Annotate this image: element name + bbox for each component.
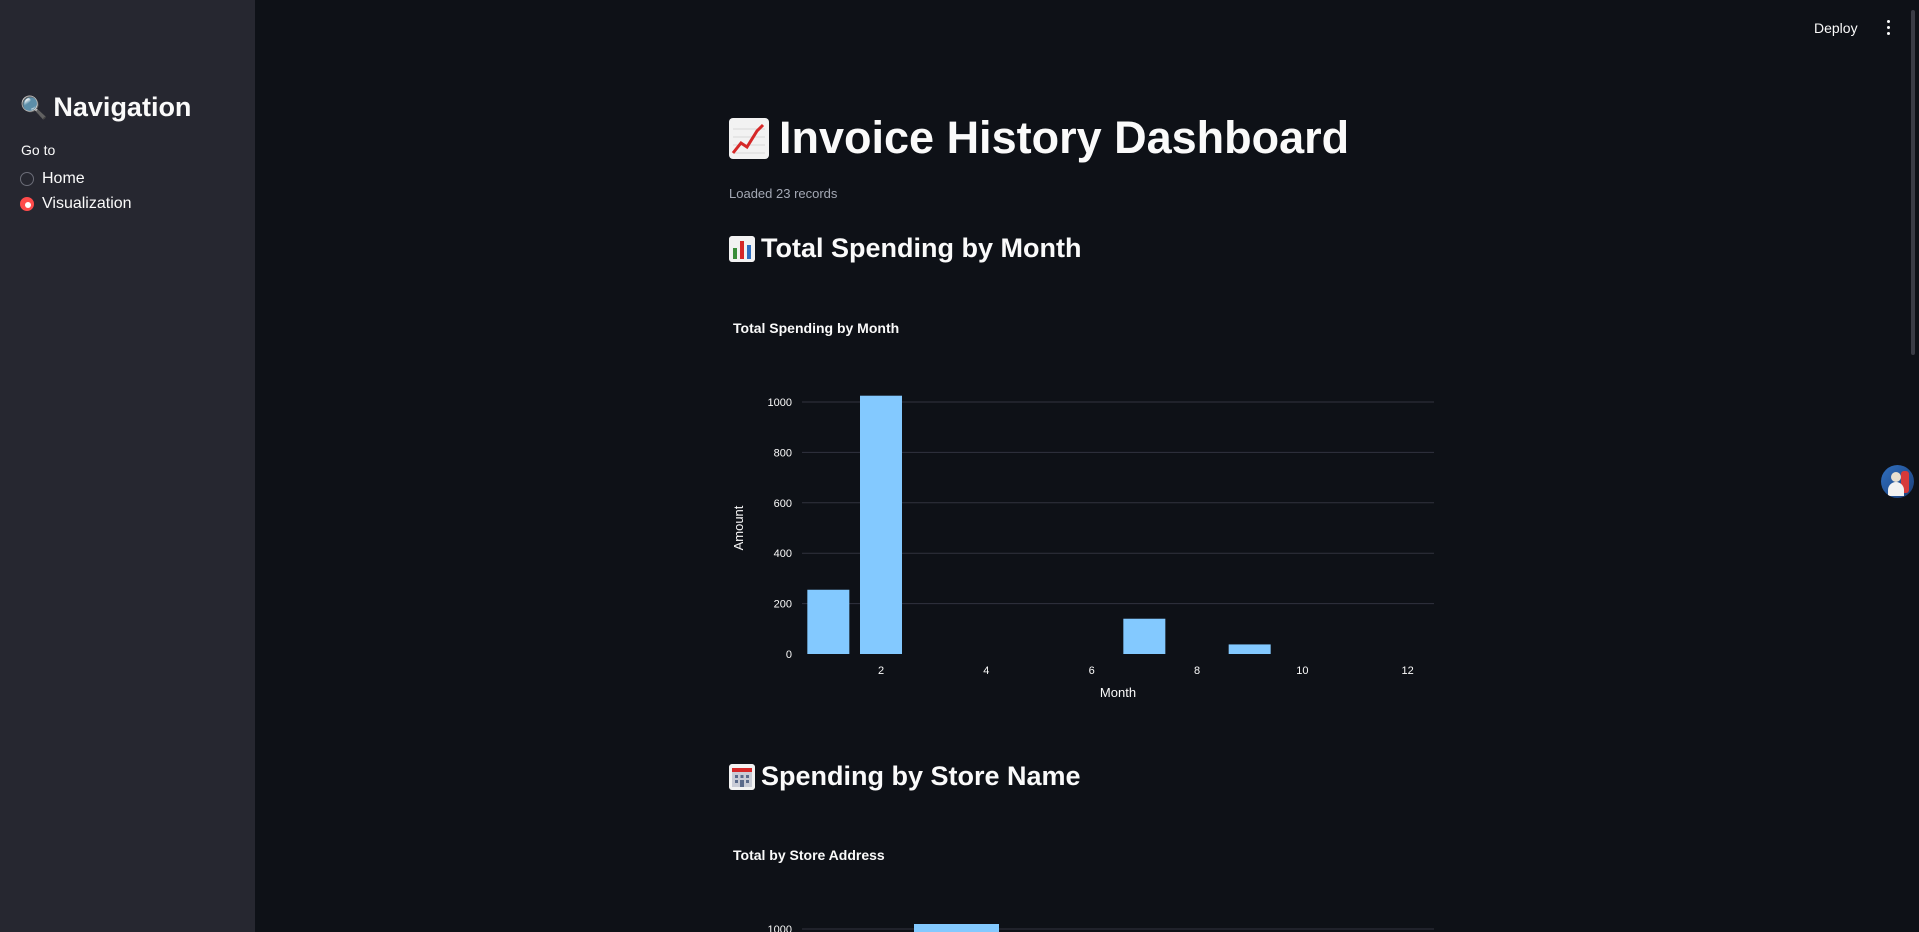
sidebar: 🔍 Navigation Go to Home Visualization: [0, 0, 255, 932]
section-heading-store-text: Spending by Store Name: [761, 761, 1081, 791]
x-tick-label: 6: [1089, 665, 1095, 677]
x-axis-label: Month: [1100, 685, 1136, 700]
y-axis-label: Amount: [731, 505, 746, 550]
vertical-dots-icon[interactable]: [1878, 15, 1898, 39]
radio-button-home[interactable]: [20, 172, 34, 186]
chart-title: Total by Store Address: [733, 847, 885, 863]
records-status: Loaded 23 records: [729, 186, 838, 201]
bar: [1123, 618, 1166, 654]
chart-title: Total Spending by Month: [733, 320, 899, 336]
radio-label-visualization: Visualization: [42, 195, 132, 212]
radio-option-home[interactable]: Home: [20, 170, 85, 188]
page-title-text: Invoice History Dashboard: [779, 112, 1350, 163]
y-tick-label: 800: [774, 447, 792, 459]
section-heading-monthly: Total Spending by Month: [729, 233, 1081, 264]
x-tick-label: 8: [1194, 665, 1200, 677]
bar: [807, 589, 850, 654]
scrollbar[interactable]: [1911, 10, 1915, 355]
section-heading-monthly-text: Total Spending by Month: [761, 233, 1082, 263]
store-spending-chart: Total by Store Address 1000: [733, 847, 1434, 932]
radio-option-visualization[interactable]: Visualization: [20, 195, 132, 213]
section-heading-store: Spending by Store Name: [729, 761, 1081, 792]
radio-button-visualization[interactable]: [20, 197, 34, 211]
deploy-button[interactable]: Deploy: [1808, 16, 1864, 40]
y-tick-label: 1000: [768, 397, 792, 409]
chart-increasing-icon: [729, 118, 769, 159]
x-tick-label: 2: [878, 665, 884, 677]
magnifier-icon: 🔍: [20, 94, 48, 120]
page-title: Invoice History Dashboard: [729, 112, 1349, 164]
y-tick-label: 600: [774, 498, 792, 510]
radio-group-label: Go to: [21, 142, 56, 158]
bar: [860, 395, 902, 654]
bar-chart-icon: [729, 235, 755, 262]
sidebar-title: 🔍 Navigation: [20, 92, 191, 123]
y-tick-label: 200: [774, 599, 792, 611]
radio-label-home: Home: [42, 170, 85, 187]
y-tick-label: 1000: [768, 924, 792, 932]
x-tick-label: 4: [983, 665, 989, 677]
department-store-icon: [729, 763, 755, 790]
y-tick-label: 0: [786, 649, 792, 661]
sidebar-title-text: Navigation: [53, 92, 192, 122]
monthly-spending-chart: Total Spending by Month 0 200 400 600 800 1000…: [731, 320, 1434, 700]
y-tick-label: 400: [774, 548, 792, 560]
bar: [914, 924, 999, 932]
floating-assistant-avatar[interactable]: [1881, 465, 1914, 498]
bar: [1228, 644, 1271, 654]
x-tick-label: 10: [1296, 665, 1308, 677]
x-tick-label: 12: [1402, 665, 1414, 677]
